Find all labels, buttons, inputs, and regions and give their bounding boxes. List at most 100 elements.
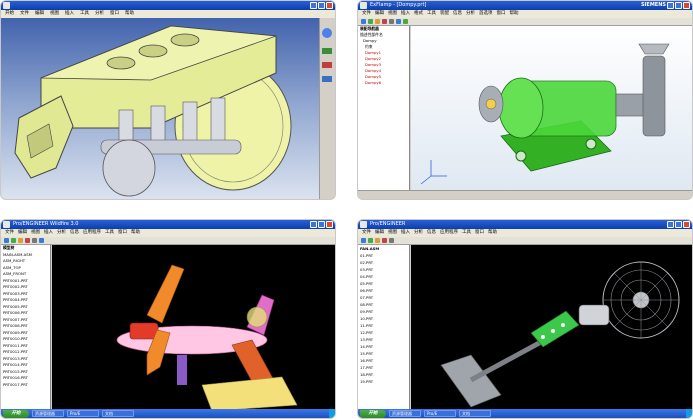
menu-item[interactable]: 编辑 — [375, 10, 384, 18]
3d-viewport[interactable] — [411, 26, 692, 192]
tree-item[interactable]: 09.PRT — [360, 308, 409, 315]
tree-item[interactable]: 02.PRT — [360, 259, 409, 266]
compass-icon[interactable] — [322, 28, 332, 38]
menu-item[interactable]: 帮助 — [131, 229, 140, 237]
menu-item[interactable]: 文件 — [20, 10, 29, 18]
tool-icon[interactable] — [25, 238, 30, 243]
close-button[interactable] — [326, 2, 333, 9]
maximize-button[interactable] — [318, 221, 325, 228]
minimize-button[interactable] — [310, 2, 317, 9]
menu-item[interactable]: 工具 — [427, 10, 436, 18]
3d-viewport[interactable] — [52, 245, 335, 411]
menu-item[interactable]: 帮助 — [510, 10, 519, 18]
taskbar-item[interactable]: 资源管理器 — [389, 410, 421, 417]
tool-icon[interactable] — [322, 76, 332, 82]
menu-item[interactable]: 开始 — [5, 10, 14, 18]
tree-item[interactable]: 18.PRT — [360, 371, 409, 378]
tree-item[interactable]: 19.PRT — [360, 378, 409, 385]
taskbar-item[interactable]: Pro/E — [424, 410, 456, 417]
tool-icon[interactable] — [361, 238, 366, 243]
menu-item[interactable]: 装配 — [440, 10, 449, 18]
tool-icon[interactable] — [375, 238, 380, 243]
menu-item[interactable]: 插入 — [401, 10, 410, 18]
menu-item[interactable]: 工具 — [80, 10, 89, 18]
tool-icon[interactable] — [389, 19, 394, 24]
menu-item[interactable]: 信息 — [70, 229, 79, 237]
menu-item[interactable]: 插入 — [65, 10, 74, 18]
minimize-button[interactable] — [310, 221, 317, 228]
menu-item[interactable]: 分析 — [57, 229, 66, 237]
taskbar-item[interactable]: 文档 — [102, 410, 134, 417]
menu-item[interactable]: 插入 — [44, 229, 53, 237]
minimize-button[interactable] — [667, 221, 674, 228]
tree-item[interactable]: 10.PRT — [360, 315, 409, 322]
tree-item[interactable]: 01.PRT — [360, 252, 409, 259]
menu-item[interactable]: 应用程序 — [83, 229, 101, 237]
tool-icon[interactable] — [396, 19, 401, 24]
close-button[interactable] — [683, 2, 690, 9]
menu-item[interactable]: 视图 — [388, 10, 397, 18]
close-button[interactable] — [683, 221, 690, 228]
start-button[interactable]: 开始 — [360, 409, 386, 418]
menu-item[interactable]: 帮助 — [488, 229, 497, 237]
tree-item[interactable]: 03.PRT — [360, 266, 409, 273]
tool-icon[interactable] — [361, 19, 366, 24]
menu-item[interactable]: 首选项 — [479, 10, 493, 18]
menu-item[interactable]: 编辑 — [375, 229, 384, 237]
tool-icon[interactable] — [39, 238, 44, 243]
tool-icon[interactable] — [4, 238, 9, 243]
tool-icon[interactable] — [32, 238, 37, 243]
menu-item[interactable]: 文件 — [362, 229, 371, 237]
taskbar-item[interactable]: 文档 — [459, 410, 491, 417]
menu-item[interactable]: 分析 — [95, 10, 104, 18]
menu-item[interactable]: 窗口 — [475, 229, 484, 237]
tool-icon[interactable] — [382, 238, 387, 243]
menu-item[interactable]: 分析 — [466, 10, 475, 18]
menu-item[interactable]: 视图 — [50, 10, 59, 18]
tool-icon[interactable] — [322, 62, 332, 68]
menu-item[interactable]: 文件 — [362, 10, 371, 18]
tree-item[interactable]: PRT0017.PRT — [3, 382, 50, 389]
start-button[interactable]: 开始 — [3, 409, 29, 418]
menu-item[interactable]: 窗口 — [118, 229, 127, 237]
menu-item[interactable]: 文件 — [5, 229, 14, 237]
menu-item[interactable]: 信息 — [427, 229, 436, 237]
menu-item[interactable]: 插入 — [401, 229, 410, 237]
menu-item[interactable]: 窗口 — [110, 10, 119, 18]
taskbar-item[interactable]: 资源管理器 — [32, 410, 64, 417]
tree-item[interactable]: 15.PRT — [360, 350, 409, 357]
tool-icon[interactable] — [368, 19, 373, 24]
tree-item[interactable]: 17.PRT — [360, 364, 409, 371]
tree-item[interactable]: 08.PRT — [360, 301, 409, 308]
tree-item[interactable]: 05.PRT — [360, 280, 409, 287]
maximize-button[interactable] — [675, 2, 682, 9]
tree-item[interactable]: 16.PRT — [360, 357, 409, 364]
tree-item[interactable]: FAN.ASM — [360, 245, 409, 252]
maximize-button[interactable] — [318, 2, 325, 9]
tool-icon[interactable] — [11, 238, 16, 243]
tool-icon[interactable] — [368, 238, 373, 243]
3d-viewport[interactable] — [1, 18, 321, 199]
tree-item[interactable]: 13.PRT — [360, 336, 409, 343]
menu-item[interactable]: 帮助 — [125, 10, 134, 18]
tool-icon[interactable] — [322, 48, 332, 54]
maximize-button[interactable] — [675, 221, 682, 228]
menu-item[interactable]: 视图 — [31, 229, 40, 237]
tree-item[interactable]: 07.PRT — [360, 294, 409, 301]
menu-item[interactable]: 编辑 — [18, 229, 27, 237]
tool-icon[interactable] — [389, 238, 394, 243]
tool-icon[interactable] — [403, 19, 408, 24]
tree-item[interactable]: 04.PRT — [360, 273, 409, 280]
menu-item[interactable]: 分析 — [414, 229, 423, 237]
minimize-button[interactable] — [667, 2, 674, 9]
tool-icon[interactable] — [18, 238, 23, 243]
tree-item[interactable]: 14.PRT — [360, 343, 409, 350]
taskbar-item[interactable]: Pro/E — [67, 410, 99, 417]
menu-item[interactable]: 视图 — [388, 229, 397, 237]
tool-icon[interactable] — [375, 19, 380, 24]
menu-item[interactable]: 工具 — [105, 229, 114, 237]
tree-item[interactable]: Dompy6 — [360, 80, 409, 86]
menu-item[interactable]: 工具 — [462, 229, 471, 237]
tree-item[interactable]: 12.PRT — [360, 329, 409, 336]
tree-item[interactable]: 11.PRT — [360, 322, 409, 329]
